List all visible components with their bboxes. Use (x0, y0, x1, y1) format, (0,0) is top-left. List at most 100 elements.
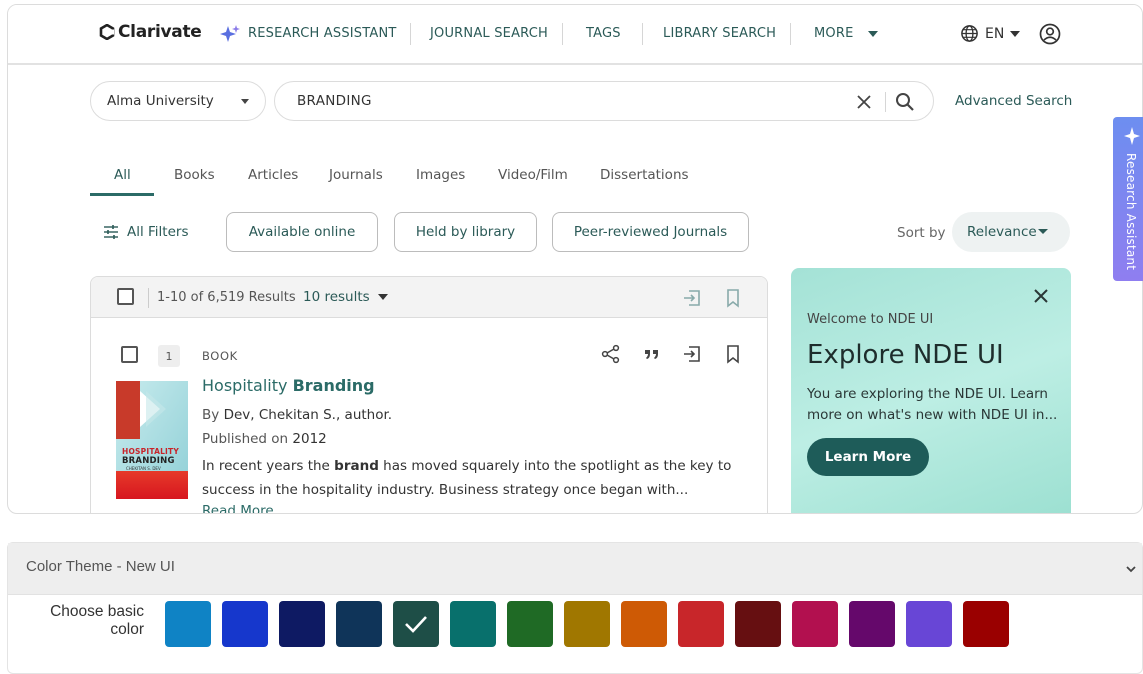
color-swatch[interactable] (507, 601, 553, 647)
nav-more-label: MORE (814, 26, 854, 41)
citation-icon[interactable] (642, 344, 662, 364)
tab-articles[interactable]: Articles (248, 167, 298, 183)
chevron-down-icon[interactable] (1124, 561, 1138, 575)
color-swatch[interactable] (621, 601, 667, 647)
bookmark-icon[interactable] (723, 344, 743, 364)
published-label: Published on (202, 431, 289, 447)
color-swatch[interactable] (906, 601, 952, 647)
check-icon (405, 616, 427, 633)
search-bar[interactable]: BRANDING (274, 81, 934, 121)
color-swatch[interactable] (963, 601, 1009, 647)
learn-more-button[interactable]: Learn More (807, 438, 929, 476)
results-toolbar: 1-10 of 6,519 Results 10 results (91, 277, 767, 318)
language-selector[interactable]: EN (960, 24, 1021, 43)
clear-icon[interactable] (855, 93, 873, 111)
caret-down-icon (1038, 229, 1048, 234)
promo-title: Explore NDE UI (807, 340, 1004, 370)
results-per-page[interactable]: 10 results (303, 289, 388, 305)
color-swatch[interactable] (336, 601, 382, 647)
caret-down-icon (241, 99, 249, 104)
tab-all[interactable]: All (114, 167, 131, 183)
filter-available-online[interactable]: Available online (226, 212, 378, 252)
abstract-highlight: brand (334, 458, 379, 474)
clarivate-logo[interactable]: Clarivate (99, 22, 202, 42)
top-navigation: Clarivate RESEARCH ASSISTANT JOURNAL SEA… (8, 5, 1142, 65)
record-abstract: In recent years the brand has moved squa… (202, 454, 742, 502)
export-icon[interactable] (682, 344, 702, 364)
tab-images[interactable]: Images (416, 167, 465, 183)
caret-down-icon (867, 30, 878, 37)
color-swatch[interactable] (279, 601, 325, 647)
results-count: 1-10 of 6,519 Results (157, 290, 296, 305)
color-swatch[interactable] (393, 601, 439, 647)
search-divider (885, 92, 886, 112)
published-year: 2012 (292, 431, 327, 447)
user-account-icon[interactable] (1039, 23, 1061, 45)
sort-label: Sort by (897, 225, 946, 241)
bookmark-icon[interactable] (723, 288, 743, 308)
institution-select[interactable]: Alma University (90, 81, 266, 121)
active-tab-indicator (90, 193, 154, 196)
results-per-page-value: 10 results (303, 289, 370, 305)
record-type: BOOK (202, 349, 238, 363)
close-icon[interactable] (1033, 288, 1049, 304)
by-label: By (202, 407, 220, 423)
tab-books[interactable]: Books (174, 167, 215, 183)
color-swatch[interactable] (735, 601, 781, 647)
tab-journals[interactable]: Journals (329, 167, 383, 183)
all-filters-label: All Filters (127, 224, 189, 240)
share-icon[interactable] (601, 344, 621, 364)
filter-peer-reviewed[interactable]: Peer-reviewed Journals (552, 212, 749, 252)
research-assistant-side-tab[interactable]: Research Assistant (1113, 117, 1143, 281)
sort-select[interactable]: Relevance (952, 212, 1070, 252)
abstract-text: In recent years the (202, 458, 335, 474)
export-icon[interactable] (682, 288, 702, 308)
clarivate-logo-icon (99, 23, 115, 41)
book-cover[interactable]: HOSPITALITY BRANDING CHEKITAN S. DEV (116, 381, 188, 499)
caret-down-icon (1010, 30, 1021, 37)
choose-label-line-1: Choose basic (50, 603, 144, 620)
color-theme-header[interactable]: Color Theme - New UI (8, 543, 1142, 595)
filter-held-by-library[interactable]: Held by library (394, 212, 537, 252)
nav-journal-search[interactable]: JOURNAL SEARCH (430, 26, 548, 41)
advanced-search-link[interactable]: Advanced Search (955, 93, 1072, 109)
all-filters-button[interactable]: All Filters (103, 224, 189, 240)
tab-dissertations[interactable]: Dissertations (600, 167, 689, 183)
color-theme-title: Color Theme - New UI (26, 558, 175, 575)
color-swatch[interactable] (792, 601, 838, 647)
promo-body: You are exploring the NDE UI. Learn more… (807, 386, 1058, 423)
tab-video-film[interactable]: Video/Film (498, 167, 568, 183)
sparkle-icon (1123, 125, 1141, 147)
color-swatch[interactable] (678, 601, 724, 647)
color-swatch[interactable] (222, 601, 268, 647)
record-number: 1 (158, 345, 180, 367)
color-theme-panel: Color Theme - New UI Choose basic color (7, 542, 1143, 674)
record-published: Published on 2012 (202, 431, 327, 447)
nav-library-search[interactable]: LIBRARY SEARCH (663, 26, 776, 41)
library-preview: Clarivate RESEARCH ASSISTANT JOURNAL SEA… (7, 4, 1143, 514)
color-swatch[interactable] (564, 601, 610, 647)
nav-research-assistant[interactable]: RESEARCH ASSISTANT (248, 26, 397, 41)
nav-more[interactable]: MORE (814, 26, 878, 41)
nav-separator (562, 23, 563, 45)
search-icon[interactable] (895, 92, 915, 112)
cover-author: CHEKITAN S. DEV (126, 466, 161, 471)
choose-label-line-2: color (110, 621, 144, 638)
nav-tags[interactable]: TAGS (586, 26, 621, 41)
clarivate-logo-text: Clarivate (118, 22, 202, 42)
results-list: 1-10 of 6,519 Results 10 results 1 BOOK (90, 276, 768, 513)
nav-separator (790, 23, 791, 45)
color-swatch[interactable] (849, 601, 895, 647)
record-title[interactable]: Hospitality Branding (202, 376, 375, 395)
record-title-text: Hospitality (202, 376, 293, 395)
record-title-highlight: Branding (292, 376, 375, 395)
color-swatch[interactable] (450, 601, 496, 647)
select-all-checkbox[interactable] (117, 288, 134, 305)
read-more-link[interactable]: Read More (202, 503, 274, 513)
author-name[interactable]: Dev, Chekitan S., author. (224, 407, 393, 423)
record-checkbox[interactable] (121, 346, 138, 363)
record-author: By Dev, Chekitan S., author. (202, 407, 392, 423)
search-input[interactable]: BRANDING (297, 93, 372, 109)
choose-basic-color-label: Choose basic color (32, 603, 144, 639)
color-swatch[interactable] (165, 601, 211, 647)
